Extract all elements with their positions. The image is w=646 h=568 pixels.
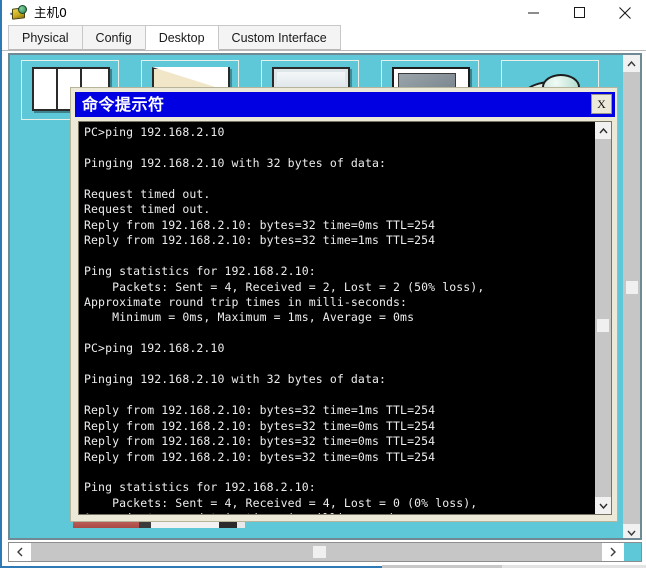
terminal-scrollbar[interactable] [594,122,611,514]
command-prompt-window: 命令提示符 X PC>ping 192.168.2.10 Pinging 192… [70,87,618,522]
terminal-scroll-down-button[interactable] [595,497,611,514]
maximize-icon [573,7,585,18]
terminal-text: PC>ping 192.168.2.10 Pinging 192.168.2.1… [84,125,592,514]
desktop-panel-scroll-thumb[interactable] [626,281,638,294]
desktop-panel-vscroll-track[interactable] [623,72,640,538]
desktop-panel-scroll-right-button[interactable] [602,543,624,561]
terminal-scroll-up-button[interactable] [595,122,611,139]
window-title: 主机0 [34,5,67,20]
desktop-panel-horizontal-scrollbar[interactable] [8,542,642,562]
chevron-down-icon [627,530,636,536]
terminal-output-area[interactable]: PC>ping 192.168.2.10 Pinging 192.168.2.1… [78,121,612,515]
command-prompt-close-button[interactable]: X [590,93,613,115]
maximize-button[interactable] [556,0,602,25]
packet-tracer-device-icon [9,4,27,21]
desktop-panel-scroll-left-button[interactable] [9,543,31,561]
desktop-panel-hscroll-track[interactable] [31,543,602,561]
close-button[interactable] [602,0,646,25]
tab-config[interactable]: Config [81,25,146,50]
desktop-panel-scroll-up-button[interactable] [623,55,640,72]
tab-desktop[interactable]: Desktop [144,25,219,50]
window-controls [510,0,646,25]
terminal-scroll-track[interactable] [595,139,611,497]
chevron-up-icon [598,127,608,133]
command-prompt-titlebar[interactable]: 命令提示符 X [75,92,615,117]
chevron-right-icon [610,547,616,557]
desktop-panel-vertical-scrollbar[interactable] [623,55,640,538]
minimize-icon [527,12,539,14]
desktop-surface: 命令提示符 X PC>ping 192.168.2.10 Pinging 192… [10,55,623,538]
tab-bar: Physical Config Desktop Custom Interface [2,25,646,51]
command-prompt-title: 命令提示符 [82,95,165,114]
chevron-left-icon [17,547,23,557]
desktop-panel: 命令提示符 X PC>ping 192.168.2.10 Pinging 192… [8,53,642,540]
terminal-scroll-thumb[interactable] [597,319,609,332]
minimize-button[interactable] [510,0,556,25]
desktop-panel-hscroll-thumb[interactable] [313,546,326,558]
close-icon [619,6,631,19]
tab-custom-interface[interactable]: Custom Interface [217,25,341,50]
chevron-down-icon [598,503,608,509]
chevron-up-icon [627,60,636,66]
device-config-window: 主机0 Physical Config Desktop Custom Inter… [0,0,646,568]
window-titlebar: 主机0 [2,0,646,25]
tab-physical[interactable]: Physical [8,25,83,50]
scrollbar-corner [624,543,641,561]
desktop-panel-scroll-down-button[interactable] [623,524,640,538]
